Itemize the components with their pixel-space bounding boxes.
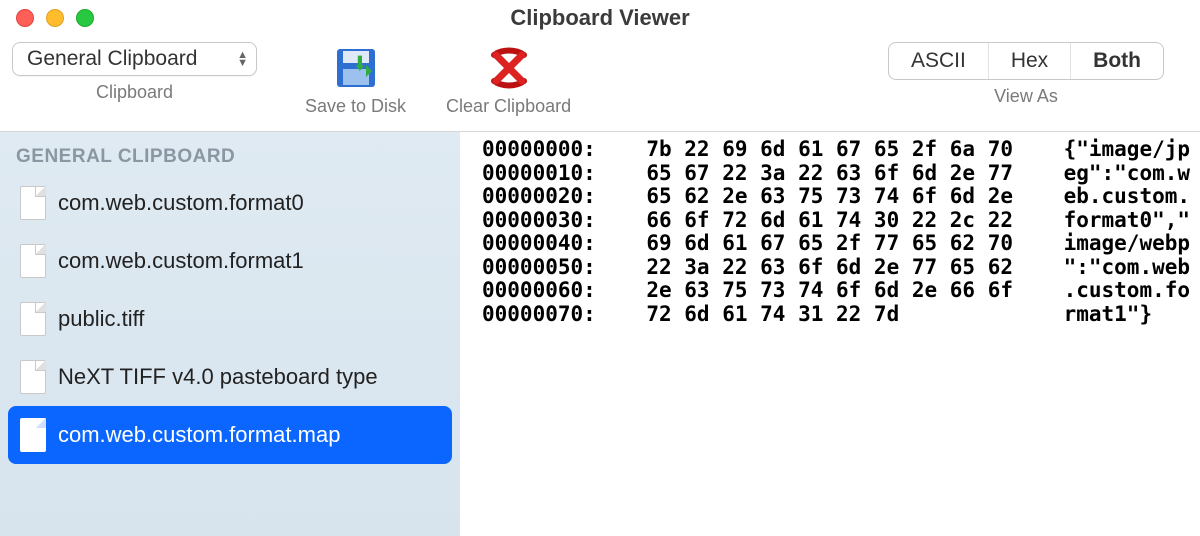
view-as-label: View As xyxy=(994,86,1058,107)
view-as-both[interactable]: Both xyxy=(1071,43,1163,79)
sidebar-item-label: com.web.custom.format0 xyxy=(58,190,304,216)
toolbar: General Clipboard ▲▼ Clipboard Save to D… xyxy=(0,36,1200,132)
hex-dump: 00000000: 7b 22 69 6d 61 67 65 2f 6a 70 … xyxy=(482,138,1190,326)
zoom-icon[interactable] xyxy=(76,9,94,27)
clear-label: Clear Clipboard xyxy=(446,96,571,117)
content-pane: 00000000: 7b 22 69 6d 61 67 65 2f 6a 70 … xyxy=(460,132,1200,536)
sidebar-item-label: com.web.custom.format1 xyxy=(58,248,304,274)
save-label: Save to Disk xyxy=(305,96,406,117)
sidebar-item[interactable]: public.tiff xyxy=(0,290,460,348)
clear-clipboard-button[interactable]: Clear Clipboard xyxy=(446,42,571,117)
sidebar-section-header: GENERAL CLIPBOARD xyxy=(0,138,460,174)
clipboard-selector-group: General Clipboard ▲▼ Clipboard xyxy=(12,42,257,103)
view-as-hex[interactable]: Hex xyxy=(989,43,1071,79)
chevron-up-down-icon: ▲▼ xyxy=(237,51,248,67)
toolbar-buttons: Save to Disk Clear Clipboard xyxy=(305,42,571,117)
save-to-disk-button[interactable]: Save to Disk xyxy=(305,42,406,117)
window-controls xyxy=(0,9,94,27)
file-icon xyxy=(20,186,46,220)
floppy-save-icon xyxy=(330,42,382,94)
sidebar-item-label: NeXT TIFF v4.0 pasteboard type xyxy=(58,364,378,390)
view-as-ascii[interactable]: ASCII xyxy=(889,43,989,79)
sidebar-item[interactable]: com.web.custom.format1 xyxy=(0,232,460,290)
clipboard-group-label: Clipboard xyxy=(96,82,173,103)
x-delete-icon xyxy=(483,42,535,94)
sidebar-item[interactable]: com.web.custom.format.map xyxy=(8,406,452,464)
dropdown-value: General Clipboard xyxy=(27,47,197,71)
view-as-segmented: ASCII Hex Both xyxy=(888,42,1164,80)
sidebar-item[interactable]: com.web.custom.format0 xyxy=(0,174,460,232)
clipboard-dropdown[interactable]: General Clipboard ▲▼ xyxy=(12,42,257,76)
file-icon xyxy=(20,244,46,278)
sidebar-item[interactable]: NeXT TIFF v4.0 pasteboard type xyxy=(0,348,460,406)
minimize-icon[interactable] xyxy=(46,9,64,27)
titlebar: Clipboard Viewer xyxy=(0,0,1200,36)
window-title: Clipboard Viewer xyxy=(0,5,1200,31)
file-icon xyxy=(20,302,46,336)
file-icon xyxy=(20,360,46,394)
sidebar: GENERAL CLIPBOARD com.web.custom.format0… xyxy=(0,132,460,536)
main-area: GENERAL CLIPBOARD com.web.custom.format0… xyxy=(0,132,1200,536)
file-icon xyxy=(20,418,46,452)
close-icon[interactable] xyxy=(16,9,34,27)
sidebar-item-label: public.tiff xyxy=(58,306,144,332)
sidebar-item-label: com.web.custom.format.map xyxy=(58,422,340,448)
view-as-group: ASCII Hex Both View As xyxy=(888,42,1164,107)
